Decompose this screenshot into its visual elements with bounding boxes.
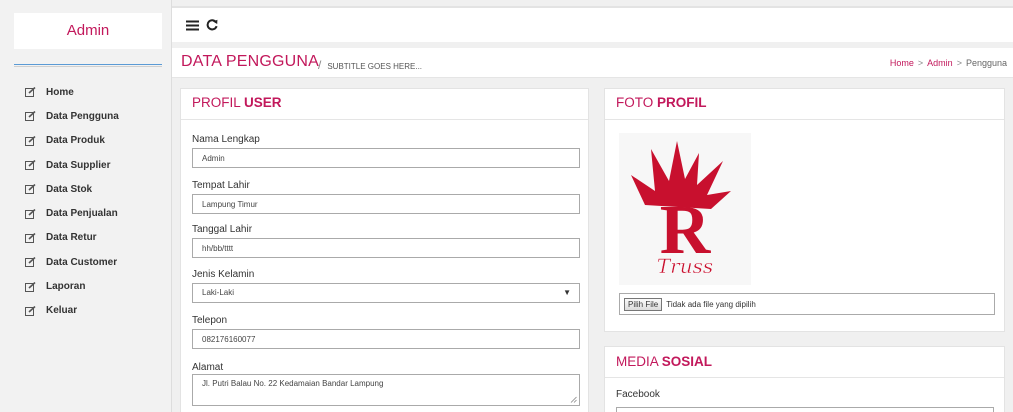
sidebar-item-data-penjualan[interactable]: Data Penjualan (24, 201, 164, 225)
resize-handle-icon[interactable] (570, 396, 577, 403)
breadcrumb-separator: > (917, 58, 924, 68)
breadcrumb-pengguna: Pengguna (965, 58, 1007, 68)
nama-input[interactable] (192, 148, 580, 168)
sidebar-item-label: Data Stok (46, 183, 93, 195)
alamat-label: Alamat (192, 362, 224, 373)
sidebar-item-label: Laporan (46, 281, 86, 293)
telepon-label: Telepon (192, 315, 228, 326)
sidebar-item-laporan[interactable]: Laporan (24, 274, 164, 298)
jenis-kelamin-label: Jenis Kelamin (192, 269, 255, 280)
sidebar-brand[interactable]: Admin (14, 13, 162, 49)
tempat-lahir-input[interactable] (192, 194, 580, 214)
sidebar: Admin Home Data Pengguna Data Produk Dat… (0, 0, 172, 412)
sidebar-item-label: Data Produk (46, 135, 105, 147)
alamat-textarea[interactable]: Jl. Putri Balau No. 22 Kedamaian Bandar … (192, 374, 580, 406)
logo-text: Truss (657, 254, 713, 278)
sidebar-item-data-pengguna[interactable]: Data Pengguna (24, 104, 164, 128)
jenis-kelamin-value: Laki-Laki (202, 288, 235, 297)
sidebar-item-home[interactable]: Home (24, 80, 164, 104)
tempat-lahir-label: Tempat Lahir (192, 180, 250, 191)
sidebar-item-data-produk[interactable]: Data Produk (24, 129, 164, 153)
sidebar-menu: Home Data Pengguna Data Produk Data Supp… (24, 80, 164, 323)
sidebar-item-data-customer[interactable]: Data Customer (24, 250, 164, 274)
subtitle-separator: / (318, 58, 322, 72)
choose-file-button[interactable]: Pilih File (624, 297, 663, 311)
sidebar-item-label: Data Supplier (46, 159, 111, 171)
sidebar-item-data-supplier[interactable]: Data Supplier (24, 153, 164, 177)
social-title-plain: MEDIA (616, 354, 659, 369)
edit-icon (24, 281, 36, 292)
tanggal-lahir-label: Tanggal Lahir (192, 224, 253, 235)
sidebar-item-label: Data Customer (46, 256, 118, 268)
file-status: Tidak ada file yang dipilih (666, 299, 756, 309)
top-navbar (172, 6, 1013, 42)
breadcrumb-home[interactable]: Home (890, 58, 914, 68)
breadcrumb: Home > Admin > Pengguna (890, 58, 1007, 68)
sidebar-item-keluar[interactable]: Keluar (24, 299, 164, 323)
subtitle-text: SUBTITLE GOES HERE... (327, 62, 423, 71)
file-input[interactable]: Pilih File Tidak ada file yang dipilih (619, 293, 995, 315)
profile-title-bold: USER (244, 95, 282, 110)
sidebar-item-data-retur[interactable]: Data Retur (24, 226, 164, 250)
breadcrumb-separator: > (956, 58, 962, 68)
photo-card: FOTO PROFIL R Truss Pilih File Tidak ada… (604, 88, 1005, 332)
edit-icon (24, 232, 36, 243)
edit-icon (24, 305, 36, 316)
edit-icon (24, 160, 36, 171)
sidebar-divider (14, 64, 162, 67)
facebook-label: Facebook (616, 389, 660, 400)
telepon-input[interactable] (192, 329, 580, 349)
page-title: DATA PENGGUNA (181, 53, 320, 70)
alamat-value: Jl. Putri Balau No. 22 Kedamaian Bandar … (202, 379, 384, 388)
edit-icon (24, 257, 36, 268)
social-media-title: MEDIA SOSIAL (605, 347, 1004, 378)
profile-title-plain: PROFIL (192, 95, 241, 110)
profile-card-title: PROFIL USER (181, 89, 588, 120)
social-media-card: MEDIA SOSIAL Facebook (604, 346, 1005, 412)
edit-icon (24, 87, 36, 98)
jenis-kelamin-select[interactable]: Laki-Laki ▼ (192, 283, 580, 303)
edit-icon (24, 208, 36, 219)
photo-title-bold: PROFIL (657, 95, 707, 110)
hamburger-icon[interactable] (184, 17, 200, 33)
caret-down-icon: ▼ (563, 288, 571, 297)
sidebar-item-label: Data Penjualan (46, 208, 118, 220)
social-title-bold: SOSIAL (661, 354, 713, 369)
refresh-icon[interactable] (204, 17, 220, 33)
facebook-input[interactable] (616, 407, 994, 412)
edit-icon (24, 111, 36, 122)
profile-photo: R Truss (619, 133, 751, 285)
photo-title-plain: FOTO (616, 95, 654, 110)
page-subtitle: / SUBTITLE GOES HERE... (318, 58, 422, 72)
sidebar-item-label: Data Pengguna (46, 110, 119, 122)
profile-card: PROFIL USER Nama Lengkap Tempat Lahir Ta… (180, 88, 589, 412)
photo-card-title: FOTO PROFIL (605, 89, 1004, 120)
edit-icon (24, 135, 36, 146)
sidebar-item-label: Home (46, 86, 74, 98)
nama-label: Nama Lengkap (192, 134, 260, 145)
sidebar-item-label: Data Retur (46, 232, 97, 244)
sidebar-item-label: Keluar (46, 305, 78, 317)
sidebar-item-data-stok[interactable]: Data Stok (24, 177, 164, 201)
breadcrumb-admin[interactable]: Admin (927, 58, 953, 68)
tanggal-lahir-input[interactable] (192, 238, 580, 258)
page-header: DATA PENGGUNA / SUBTITLE GOES HERE... Hom… (172, 48, 1013, 78)
edit-icon (24, 184, 36, 195)
